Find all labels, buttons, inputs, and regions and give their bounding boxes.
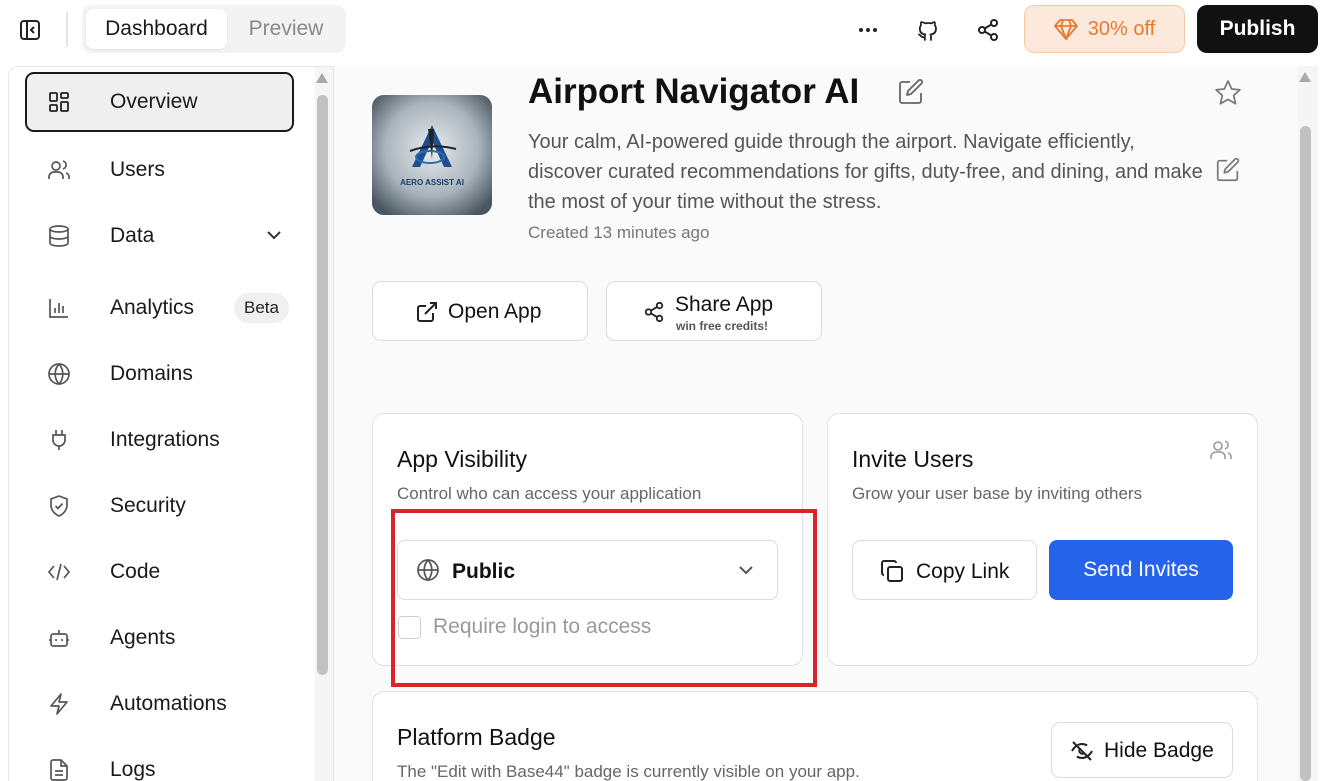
users-icon: [47, 158, 71, 182]
chevron-down-icon[interactable]: [263, 224, 285, 246]
share-app-button[interactable]: Share App win free credits!: [606, 281, 822, 341]
sidebar-item-integrations[interactable]: Integrations: [25, 410, 294, 470]
app-logo: AERO ASSIST AI: [372, 95, 492, 215]
discount-label: 30% off: [1087, 17, 1156, 40]
sidebar-item-security[interactable]: Security: [25, 476, 294, 536]
created-timestamp: Created 13 minutes ago: [528, 223, 710, 242]
sidebar-item-data[interactable]: Data: [25, 206, 294, 266]
share-app-label: Share App: [675, 293, 774, 316]
sidebar-item-agents[interactable]: Agents: [25, 608, 294, 668]
plug-icon: [47, 428, 71, 452]
sidebar: Overview Users Data Analytics Beta Domai…: [8, 66, 334, 781]
users-icon: [1209, 438, 1233, 462]
share-icon[interactable]: [971, 13, 1005, 47]
eye-off-icon: [1070, 739, 1094, 768]
more-icon[interactable]: [851, 13, 885, 47]
bar-chart-icon: [47, 296, 71, 320]
database-icon: [47, 224, 71, 248]
open-app-label: Open App: [448, 300, 542, 323]
github-icon[interactable]: [911, 13, 945, 47]
sidebar-item-domains[interactable]: Domains: [25, 344, 294, 404]
share-icon: [643, 301, 665, 328]
globe-icon: [47, 362, 71, 386]
gem-icon: [1053, 18, 1078, 40]
edit-title-icon[interactable]: [896, 77, 926, 107]
copy-link-label: Copy Link: [916, 560, 1010, 583]
globe-icon: [416, 558, 440, 587]
hide-badge-label: Hide Badge: [1104, 739, 1214, 762]
open-app-button[interactable]: Open App: [372, 281, 588, 341]
code-icon: [47, 560, 71, 584]
publish-button[interactable]: Publish: [1197, 5, 1318, 53]
card-title: App Visibility: [397, 446, 527, 472]
tab-dashboard[interactable]: Dashboard: [86, 9, 227, 49]
app-description: Your calm, AI-powered guide through the …: [528, 131, 1203, 213]
panel-toggle-icon[interactable]: [17, 17, 43, 43]
grid-icon: [47, 90, 71, 114]
main-scrollbar-thumb[interactable]: [1300, 126, 1311, 781]
divider: [66, 12, 68, 47]
sidebar-item-label: Integrations: [110, 428, 220, 451]
card-subtitle: Control who can access your application: [397, 484, 702, 503]
sidebar-item-automations[interactable]: Automations: [25, 674, 294, 734]
star-icon[interactable]: [1213, 78, 1243, 108]
hide-badge-button[interactable]: Hide Badge: [1051, 722, 1233, 778]
sidebar-item-overview[interactable]: Overview: [25, 72, 294, 132]
card-subtitle: The "Edit with Base44" badge is currentl…: [397, 762, 860, 781]
sidebar-item-label: Security: [110, 494, 186, 517]
card-subtitle: Grow your user base by inviting others: [852, 484, 1143, 503]
beta-badge: Beta: [234, 293, 289, 323]
scroll-up-arrow-icon[interactable]: [316, 73, 328, 83]
sidebar-item-label: Users: [110, 158, 165, 181]
sidebar-item-label: Code: [110, 560, 161, 583]
card-title: Invite Users: [852, 446, 974, 472]
sidebar-item-label: Agents: [110, 626, 176, 649]
sidebar-item-label: Automations: [110, 692, 227, 715]
external-link-icon: [416, 301, 438, 328]
sidebar-item-label: Logs: [110, 758, 156, 781]
sidebar-scrollbar-thumb[interactable]: [317, 95, 328, 675]
sidebar-item-label: Analytics: [110, 296, 195, 319]
lightning-icon: [47, 692, 71, 716]
card-title: Platform Badge: [397, 724, 556, 750]
app-title: Airport Navigator AI: [528, 72, 860, 111]
share-app-subtext: win free credits!: [676, 319, 769, 333]
send-invites-button[interactable]: Send Invites: [1049, 540, 1233, 600]
bot-icon: [47, 626, 71, 650]
sidebar-item-code[interactable]: Code: [25, 542, 294, 602]
shield-icon: [47, 494, 71, 518]
chevron-down-icon: [737, 561, 755, 584]
logo-text: AERO ASSIST AI: [400, 178, 464, 187]
sidebar-item-label: Data: [110, 224, 155, 247]
sidebar-item-label: Overview: [110, 90, 198, 113]
copy-icon: [880, 559, 904, 588]
visibility-select[interactable]: Public: [397, 540, 778, 600]
require-login-checkbox[interactable]: [398, 616, 421, 639]
sidebar-item-label: Domains: [110, 362, 193, 385]
view-switcher: Dashboard Preview: [82, 5, 346, 53]
edit-description-icon[interactable]: [1214, 156, 1242, 184]
sidebar-item-logs[interactable]: Logs: [25, 740, 294, 781]
top-bar: Dashboard Preview 30% off Publish: [0, 0, 1327, 60]
sidebar-item-users[interactable]: Users: [25, 140, 294, 200]
scroll-up-arrow-icon[interactable]: [1299, 72, 1311, 82]
discount-button[interactable]: 30% off: [1024, 5, 1185, 53]
visibility-selected-value: Public: [452, 560, 516, 583]
tab-preview[interactable]: Preview: [230, 9, 342, 49]
file-icon: [47, 758, 71, 781]
copy-link-button[interactable]: Copy Link: [852, 540, 1037, 600]
require-login-label: Require login to access: [433, 615, 652, 638]
sidebar-item-analytics[interactable]: Analytics Beta: [25, 278, 294, 338]
